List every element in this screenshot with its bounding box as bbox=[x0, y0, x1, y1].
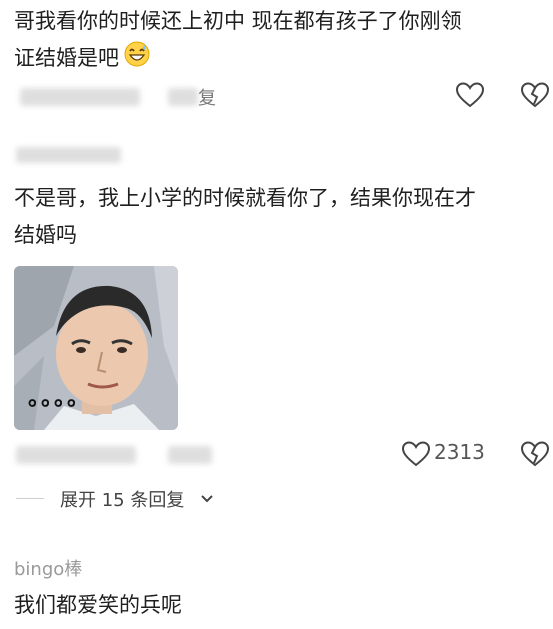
blurred-meta-reply bbox=[168, 446, 212, 464]
comment-image[interactable]: 。。。。 bbox=[14, 266, 178, 430]
blurred-meta-time bbox=[16, 446, 136, 464]
broken-heart-icon[interactable] bbox=[520, 441, 550, 471]
heart-outline-icon[interactable] bbox=[401, 441, 431, 471]
comment-1-text-line-1: 哥我看你的时候还上初中 现在都有孩子了你刚领 bbox=[14, 9, 462, 33]
broken-heart-icon[interactable] bbox=[520, 82, 550, 112]
comment-3-username[interactable]: bingo棒 bbox=[14, 555, 82, 581]
like-count: 2313 bbox=[434, 440, 485, 464]
reply-divider bbox=[16, 498, 44, 499]
reply-button[interactable]: 复 bbox=[198, 84, 216, 110]
blurred-username bbox=[16, 147, 121, 163]
blurred-meta-location bbox=[168, 88, 198, 106]
blurred-meta-time bbox=[20, 88, 140, 106]
heart-outline-icon[interactable] bbox=[455, 82, 485, 112]
expand-replies-label: 展开 15 条回复 bbox=[60, 490, 185, 511]
comment-2-text-line-1: 不是哥，我上小学的时候就看你了，结果你现在才 bbox=[14, 186, 476, 210]
image-caption: 。。。。 bbox=[28, 386, 92, 411]
comment-2-text-line-2: 结婚吗 bbox=[14, 223, 77, 247]
comment-1-text-line-2-text: 证结婚是吧 bbox=[14, 46, 119, 70]
chevron-down-icon bbox=[200, 491, 214, 510]
comment-1-text-line-2: 证结婚是吧 bbox=[14, 40, 151, 78]
comment-3-text: 我们都爱笑的兵呢 bbox=[14, 593, 182, 617]
grinning-sweat-emoji-icon bbox=[123, 40, 151, 78]
